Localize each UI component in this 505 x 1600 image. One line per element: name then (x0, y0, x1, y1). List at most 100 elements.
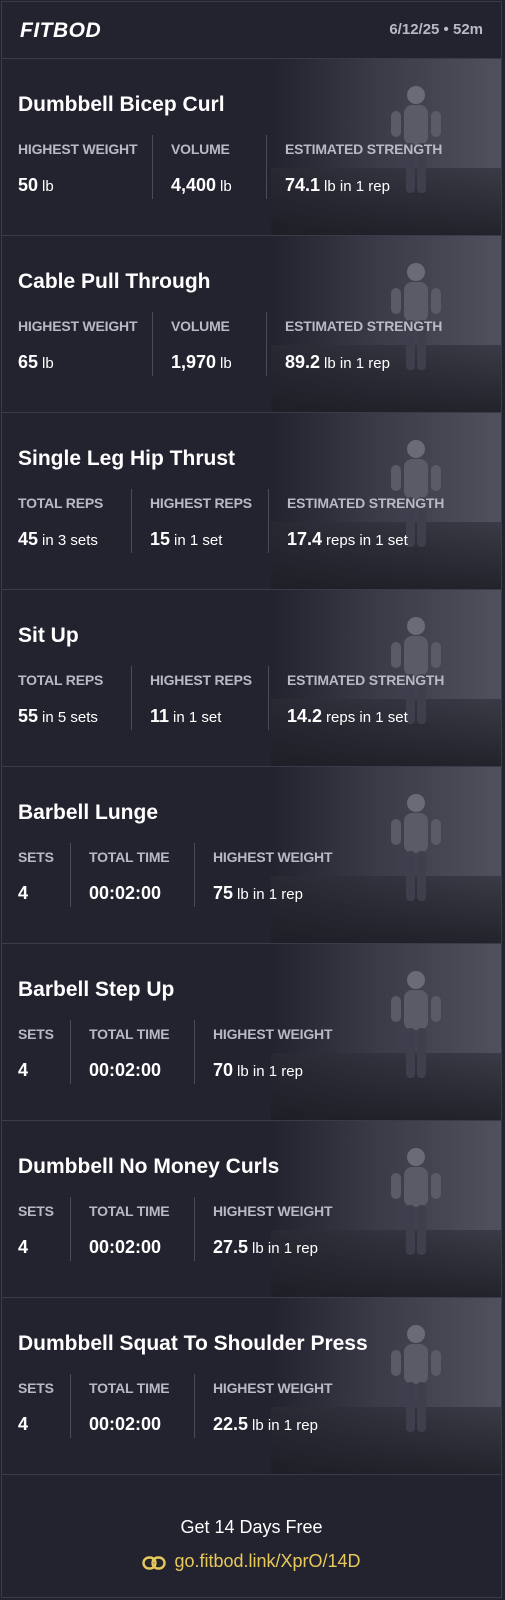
stat-label: TOTAL REPS (18, 672, 104, 688)
stat-number: 00:02:00 (89, 1060, 162, 1080)
stat-value: 14.2 reps in 1 set (287, 706, 408, 727)
exercise-card[interactable]: Dumbbell Bicep Curl HIGHEST WEIGHT 50 lb … (2, 59, 501, 236)
stat-label: HIGHEST WEIGHT (213, 849, 333, 865)
stat-label: HIGHEST WEIGHT (213, 1380, 333, 1396)
stat-label: TOTAL TIME (89, 1026, 170, 1042)
exercise-card[interactable]: Dumbbell No Money Curls SETS 4 TOTAL TIM… (2, 1121, 501, 1298)
exercise-title: Dumbbell No Money Curls (18, 1155, 280, 1178)
stat-label: SETS (18, 1380, 54, 1396)
stat-label: ESTIMATED STRENGTH (285, 318, 443, 334)
exercise-list: Dumbbell Bicep Curl HIGHEST WEIGHT 50 lb … (2, 59, 501, 1475)
exercise-title: Sit Up (18, 624, 79, 647)
stat-number: 89.2 (285, 352, 321, 372)
stat-number: 11 (150, 706, 170, 726)
stat-label: SETS (18, 1026, 54, 1042)
stat-unit: in 5 sets (42, 709, 98, 726)
stat-value: 65 lb (18, 352, 54, 373)
stat-label: TOTAL TIME (89, 1203, 170, 1219)
exercise-stats: HIGHEST WEIGHT 65 lb VOLUME 1,970 lb ESTIM… (2, 312, 501, 376)
stat-unit: in 3 sets (42, 532, 98, 549)
cta-text: Get 14 Days Free (180, 1517, 323, 1537)
exercise-card[interactable]: Cable Pull Through HIGHEST WEIGHT 65 lb V… (2, 236, 501, 413)
stat-number: 70 (213, 1060, 234, 1080)
exercise-title: Barbell Step Up (18, 978, 175, 1001)
stat-number: 4 (18, 1060, 29, 1080)
exercise-card[interactable]: Barbell Lunge SETS 4 TOTAL TIME 00:02:00… (2, 767, 501, 944)
stat-value: 00:02:00 (89, 883, 161, 904)
stat-value: 89.2 lb in 1 rep (285, 352, 390, 373)
stat-number: 4 (18, 1414, 29, 1434)
stat-unit: lb in 1 rep (324, 355, 390, 372)
stat-number: 1,970 (171, 352, 217, 372)
stat-unit: lb in 1 rep (324, 178, 390, 195)
header: FITBOD 6/12/25 • 52m (2, 2, 501, 59)
stat-value: 00:02:00 (89, 1414, 161, 1435)
stat-value: 4 (18, 1237, 28, 1258)
stat-number: 00:02:00 (89, 1414, 162, 1434)
stat-divider (268, 489, 269, 553)
stat-label: HIGHEST WEIGHT (213, 1203, 333, 1219)
stat-value: 27.5 lb in 1 rep (213, 1237, 318, 1258)
stat-value: 00:02:00 (89, 1237, 161, 1258)
stat-number: 00:02:00 (89, 1237, 162, 1257)
stat-unit: reps in 1 set (326, 532, 408, 549)
stat-value: 70 lb in 1 rep (213, 1060, 303, 1081)
stat-label: ESTIMATED STRENGTH (287, 495, 445, 511)
promo-link-text[interactable]: go.fitbod.link/XprO/14D (174, 1551, 360, 1571)
stat-number: 22.5 (213, 1414, 249, 1434)
stat-divider (131, 666, 132, 730)
stat-value: 1,970 lb (171, 352, 232, 373)
exercise-card[interactable]: Single Leg Hip Thrust TOTAL REPS 45 in 3 … (2, 413, 501, 590)
stat-value: 75 lb in 1 rep (213, 883, 303, 904)
stat-number: 4 (18, 883, 29, 903)
stat-label: SETS (18, 1203, 54, 1219)
stat-label: VOLUME (171, 141, 230, 157)
stat-value: 4 (18, 883, 28, 904)
stat-label: HIGHEST WEIGHT (18, 318, 138, 334)
exercise-stats: HIGHEST WEIGHT 50 lb VOLUME 4,400 lb ESTIM… (2, 135, 501, 199)
footer: Get 14 Days Free go.fitbod.link/XprO/14D (2, 1485, 501, 1597)
stat-number: 4 (18, 1237, 29, 1257)
stat-value: 74.1 lb in 1 rep (285, 175, 390, 196)
exercise-card[interactable]: Sit Up TOTAL REPS 55 in 5 sets HIGHEST RE… (2, 590, 501, 767)
stat-divider (194, 1197, 195, 1261)
stat-number: 45 (18, 529, 39, 549)
exercise-stats: TOTAL REPS 45 in 3 sets HIGHEST REPS 15 in… (2, 489, 501, 553)
exercise-title: Barbell Lunge (18, 801, 159, 824)
stat-number: 65 (18, 352, 39, 372)
stat-divider (131, 489, 132, 553)
stat-label: HIGHEST WEIGHT (18, 141, 138, 157)
stat-value: 4 (18, 1414, 28, 1435)
stat-divider (266, 135, 267, 199)
exercise-card[interactable]: Barbell Step Up SETS 4 TOTAL TIME 00:02:… (2, 944, 501, 1121)
stat-unit: lb (220, 355, 232, 372)
stat-number: 50 (18, 175, 39, 195)
exercise-stats: SETS 4 TOTAL TIME 00:02:00 HIGHEST WEIGH… (2, 1197, 501, 1261)
stat-value: 11 in 1 set (150, 706, 221, 727)
stat-unit: lb in 1 rep (237, 1063, 303, 1080)
exercise-stats: SETS 4 TOTAL TIME 00:02:00 HIGHEST WEIGH… (2, 1020, 501, 1084)
stat-divider (194, 843, 195, 907)
stat-label: TOTAL TIME (89, 1380, 170, 1396)
exercise-card[interactable]: Dumbbell Squat To Shoulder Press SETS 4 … (2, 1298, 501, 1475)
stat-unit: lb (42, 178, 54, 195)
exercise-title: Single Leg Hip Thrust (18, 447, 236, 470)
stat-label: VOLUME (171, 318, 230, 334)
stat-number: 55 (18, 706, 39, 726)
stat-label: SETS (18, 849, 54, 865)
stat-unit: lb (220, 178, 232, 195)
stat-divider (268, 666, 269, 730)
stat-value: 17.4 reps in 1 set (287, 529, 408, 550)
stat-number: 00:02:00 (89, 883, 162, 903)
workout-date-duration: 6/12/25 • 52m (389, 21, 483, 38)
stat-label: ESTIMATED STRENGTH (287, 672, 445, 688)
stat-value: 4,400 lb (171, 175, 232, 196)
stat-value: 55 in 5 sets (18, 706, 98, 727)
stat-unit: in 1 set (174, 532, 223, 549)
stat-unit: lb in 1 rep (237, 886, 303, 903)
promo-link[interactable]: go.fitbod.link/XprO/14D (2, 1551, 501, 1575)
stat-number: 17.4 (287, 529, 323, 549)
fitbod-logo: FITBOD (20, 19, 102, 42)
link-icon (142, 1554, 167, 1575)
stat-number: 75 (213, 883, 234, 903)
